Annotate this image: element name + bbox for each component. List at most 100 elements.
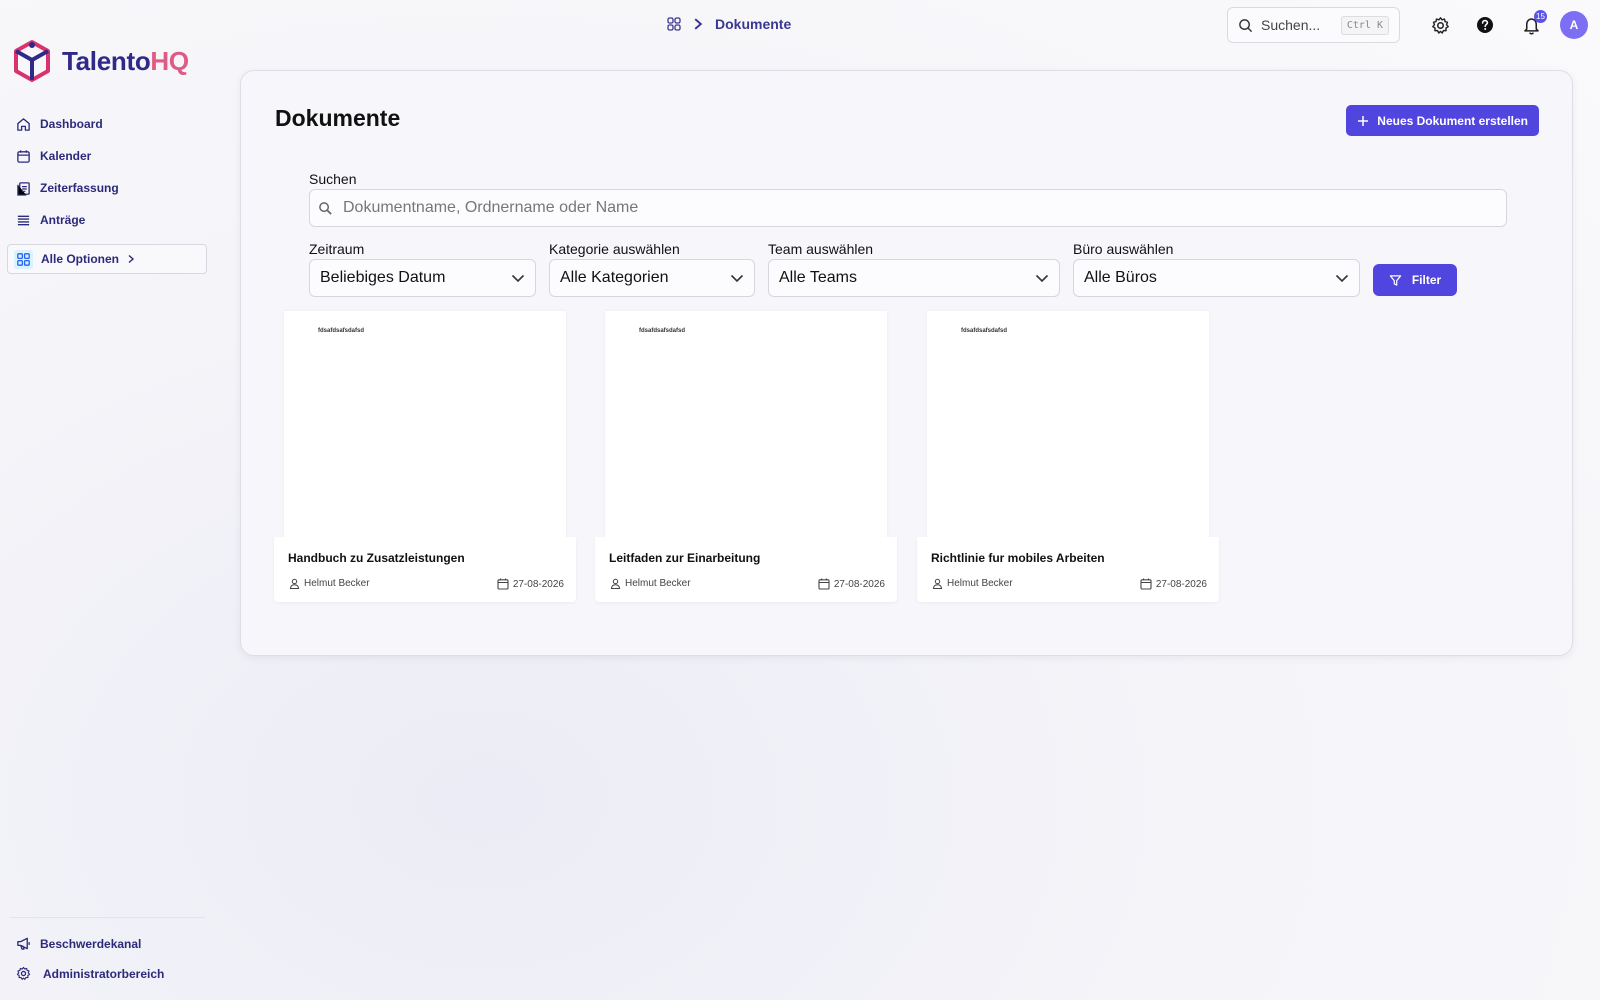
document-card[interactable]: fdsafdsafsdafsd Handbuch zu Zusatzleistu… <box>274 311 576 602</box>
filter-label-team: Team auswählen <box>768 241 874 257</box>
new-document-label: Neues Dokument erstellen <box>1377 113 1528 128</box>
calendar-icon <box>818 578 830 590</box>
chevron-right-icon <box>128 254 135 264</box>
document-card[interactable]: fdsafdsafsdafsd Richtlinie fur mobiles A… <box>917 311 1219 602</box>
document-author-name: Helmut Becker <box>304 578 370 589</box>
filter-button[interactable]: Filter <box>1373 264 1457 296</box>
chevron-down-icon <box>730 274 744 282</box>
page-title: Dokumente <box>275 105 401 131</box>
breadcrumb: Dokumente <box>667 16 791 32</box>
filter-button-label: Filter <box>1411 273 1442 287</box>
document-preview[interactable]: fdsafdsafsdafsd <box>284 311 566 537</box>
sidebar-item-label: Beschwerdekanal <box>40 936 142 951</box>
gear-icon <box>1431 16 1449 34</box>
document-card[interactable]: fdsafdsafsdafsd Leitfaden zur Einarbeitu… <box>595 311 897 602</box>
document-date-value: 27-08-2026 <box>512 578 564 590</box>
calendar-icon <box>1140 578 1152 590</box>
grid-icon <box>14 249 33 269</box>
document-title[interactable]: Handbuch zu Zusatzleistungen <box>288 551 465 565</box>
user-icon <box>610 578 621 589</box>
logo-text-hq: HQ <box>150 45 189 76</box>
document-info: Handbuch zu Zusatzleistungen Helmut Beck… <box>274 537 576 602</box>
document-author-name: Helmut Becker <box>625 578 691 589</box>
gear-icon <box>16 966 31 980</box>
search-label: Suchen <box>309 171 357 187</box>
filter-label-buero: Büro auswählen <box>1073 241 1174 257</box>
funnel-icon <box>1389 274 1402 286</box>
sidebar-item-administratorbereich[interactable]: Administratorbereich <box>16 966 206 981</box>
search-icon <box>319 201 332 215</box>
kategorie-select[interactable]: Alle Kategorien <box>549 259 755 297</box>
kategorie-value: Alle Kategorien <box>560 269 669 286</box>
document-preview[interactable]: fdsafdsafsdafsd <box>605 311 887 537</box>
filter-label-zeitraum: Zeitraum <box>309 241 365 257</box>
calendar-icon <box>17 149 30 163</box>
megaphone-icon <box>17 937 30 950</box>
chevron-down-icon <box>1035 274 1049 282</box>
logo-text-talento: Talento <box>62 45 151 76</box>
search-icon <box>1239 18 1253 32</box>
search-shortcut-badge: Ctrl K <box>1340 15 1389 35</box>
app-logo[interactable]: TalentoHQ <box>12 39 189 83</box>
home-icon <box>17 117 30 131</box>
document-date-value: 27-08-2026 <box>833 578 885 590</box>
sidebar-item-label: Administratorbereich <box>43 966 165 981</box>
sidebar-item-label: Anträge <box>40 213 86 227</box>
zeitraum-value: Beliebiges Datum <box>320 269 446 286</box>
sidebar-item-beschwerdekanal[interactable]: Beschwerdekanal <box>16 936 206 951</box>
list-icon <box>17 215 30 225</box>
document-title[interactable]: Leitfaden zur Einarbeitung <box>609 551 760 565</box>
settings-button[interactable] <box>1429 14 1451 36</box>
user-icon <box>289 578 300 589</box>
help-button[interactable] <box>1474 14 1496 36</box>
buero-select[interactable]: Alle Büros <box>1073 259 1360 297</box>
sidebar-item-label: Dashboard <box>40 117 103 131</box>
document-search-input[interactable]: Dokumentname, Ordnername oder Name <box>309 189 1507 227</box>
document-info: Richtlinie fur mobiles Arbeiten Helmut B… <box>917 537 1219 602</box>
document-search-placeholder: Dokumentname, Ordnername oder Name <box>343 199 639 216</box>
document-author-name: Helmut Becker <box>947 578 1013 589</box>
all-options-button[interactable]: Alle Optionen <box>7 244 207 274</box>
chevron-down-icon <box>1335 274 1349 282</box>
user-icon <box>932 578 943 589</box>
document-preview-text: fdsafdsafsdafsd <box>318 328 365 334</box>
chevron-down-icon <box>511 274 525 282</box>
buero-value: Alle Büros <box>1084 269 1157 286</box>
zeitraum-select[interactable]: Beliebiges Datum <box>309 259 536 297</box>
all-options-label: Alle Optionen <box>41 252 119 266</box>
document-title[interactable]: Richtlinie fur mobiles Arbeiten <box>931 551 1105 565</box>
document-date: 27-08-2026 <box>818 578 885 590</box>
document-preview[interactable]: fdsafdsafsdafsd <box>927 311 1209 537</box>
sidebar: TalentoHQ Dashboard Kalender Zeiterfassu… <box>0 0 215 1000</box>
new-document-button[interactable]: Neues Dokument erstellen <box>1346 105 1539 136</box>
notification-count-badge: 15 <box>1534 10 1547 23</box>
cube-logo-icon <box>14 40 50 82</box>
notifications-button[interactable]: 15 <box>1520 10 1547 36</box>
sidebar-item-label: Zeiterfassung <box>40 181 119 195</box>
global-search[interactable]: Suchen... Ctrl K <box>1227 7 1400 43</box>
plus-icon <box>1358 115 1369 126</box>
filter-label-kategorie: Kategorie auswählen <box>549 241 680 257</box>
document-author: Helmut Becker <box>610 578 691 589</box>
sidebar-item-antraege[interactable]: Anträge <box>16 204 206 236</box>
document-preview-text: fdsafdsafsdafsd <box>961 328 1008 334</box>
document-date-value: 27-08-2026 <box>1155 578 1207 590</box>
document-date: 27-08-2026 <box>1140 578 1207 590</box>
documents-panel: Dokumente Neues Dokument erstellen Suche… <box>240 70 1573 656</box>
sidebar-item-dashboard[interactable]: Dashboard <box>16 108 206 140</box>
document-preview-text: fdsafdsafsdafsd <box>639 328 686 334</box>
document-author: Helmut Becker <box>932 578 1013 589</box>
global-search-placeholder: Suchen... <box>1261 17 1321 33</box>
breadcrumb-current[interactable]: Dokumente <box>715 16 791 32</box>
clipboard-icon <box>17 181 30 196</box>
help-icon <box>1477 17 1493 33</box>
team-select[interactable]: Alle Teams <box>768 259 1060 297</box>
sidebar-item-zeiterfassung[interactable]: Zeiterfassung <box>16 172 206 204</box>
user-avatar[interactable]: A <box>1560 11 1588 39</box>
apps-grid-icon[interactable] <box>667 17 681 31</box>
sidebar-nav: Dashboard Kalender Zeiterfassung Anträge <box>16 108 206 236</box>
sidebar-item-kalender[interactable]: Kalender <box>16 140 206 172</box>
chevron-right-icon <box>694 18 703 30</box>
calendar-icon <box>497 578 509 590</box>
document-author: Helmut Becker <box>289 578 370 589</box>
